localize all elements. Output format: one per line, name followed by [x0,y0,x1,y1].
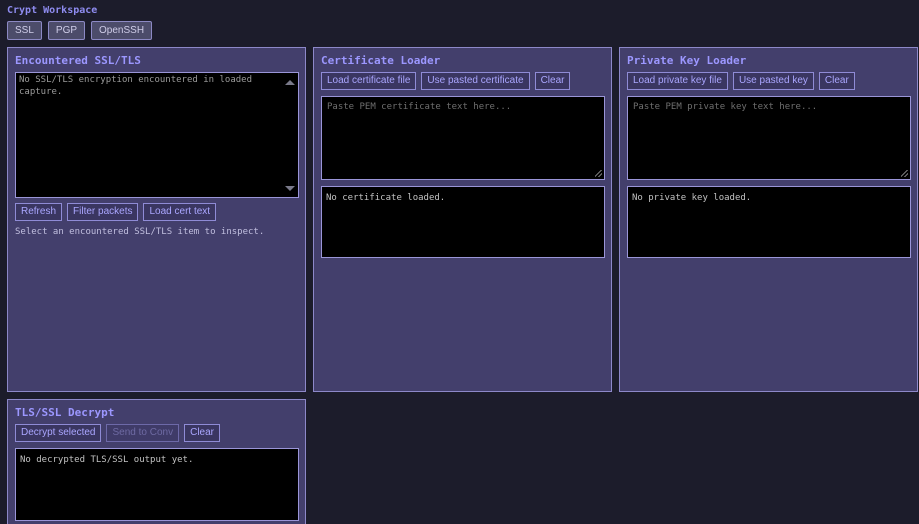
resize-grip-icon[interactable] [595,170,602,177]
scroll-up-icon[interactable] [285,80,295,85]
load-certificate-file-button[interactable]: Load certificate file [321,72,417,90]
use-pasted-key-button[interactable]: Use pasted key [732,72,814,90]
private-key-loader-panel: Private Key Loader Load private key file… [619,47,918,392]
decrypt-output: No decrypted TLS/SSL output yet. [15,448,299,521]
panel-title: Private Key Loader [627,54,747,67]
encountered-list[interactable]: No SSL/TLS encryption encountered in loa… [15,72,299,198]
tls-decrypt-panel: TLS/SSL Decrypt Decrypt selected Send to… [7,399,306,524]
certificate-paste-input[interactable]: Paste PEM certificate text here... [321,96,605,180]
panel-title: Certificate Loader [321,54,441,67]
scroll-down-icon[interactable] [285,186,295,191]
private-key-status-text: No private key loaded. [632,193,752,203]
clear-key-button[interactable]: Clear [818,72,855,90]
app-title: Crypt Workspace [7,5,98,16]
tab-pgp[interactable]: PGP [47,21,86,40]
tab-ssl[interactable]: SSL [7,21,42,40]
load-private-key-file-button[interactable]: Load private key file [627,72,728,90]
select-hint: Select an encountered SSL/TLS item to in… [15,227,265,237]
encountered-actions: Refresh Filter packets Load cert text [15,203,217,221]
use-pasted-certificate-button[interactable]: Use pasted certificate [421,72,530,90]
load-cert-text-button[interactable]: Load cert text [143,203,217,221]
certificate-placeholder: Paste PEM certificate text here... [327,102,512,112]
refresh-button[interactable]: Refresh [15,203,63,221]
private-key-paste-input[interactable]: Paste PEM private key text here... [627,96,911,180]
list-empty-text: No SSL/TLS encryption encountered in loa… [19,75,252,97]
clear-certificate-button[interactable]: Clear [534,72,571,90]
decrypt-actions: Decrypt selected Send to Conv Clear [15,424,220,442]
certificate-status: No certificate loaded. [321,186,605,258]
encountered-ssl-panel: Encountered SSL/TLS No SSL/TLS encryptio… [7,47,306,392]
top-tabs: SSL PGP OpenSSH [7,21,153,40]
tab-openssh[interactable]: OpenSSH [91,21,153,40]
certificate-status-text: No certificate loaded. [326,193,446,203]
send-to-conv-button[interactable]: Send to Conv [106,424,180,442]
certificate-loader-panel: Certificate Loader Load certificate file… [313,47,612,392]
resize-grip-icon[interactable] [901,170,908,177]
filter-packets-button[interactable]: Filter packets [67,203,139,221]
private-key-status: No private key loaded. [627,186,911,258]
panel-title: Encountered SSL/TLS [15,54,141,67]
cert-actions: Load certificate file Use pasted certifi… [321,72,571,90]
key-actions: Load private key file Use pasted key Cle… [627,72,855,90]
decrypt-selected-button[interactable]: Decrypt selected [15,424,102,442]
panel-title: TLS/SSL Decrypt [15,406,115,419]
decrypt-output-text: No decrypted TLS/SSL output yet. [20,455,194,465]
clear-decrypt-button[interactable]: Clear [184,424,220,442]
private-key-placeholder: Paste PEM private key text here... [633,102,818,112]
